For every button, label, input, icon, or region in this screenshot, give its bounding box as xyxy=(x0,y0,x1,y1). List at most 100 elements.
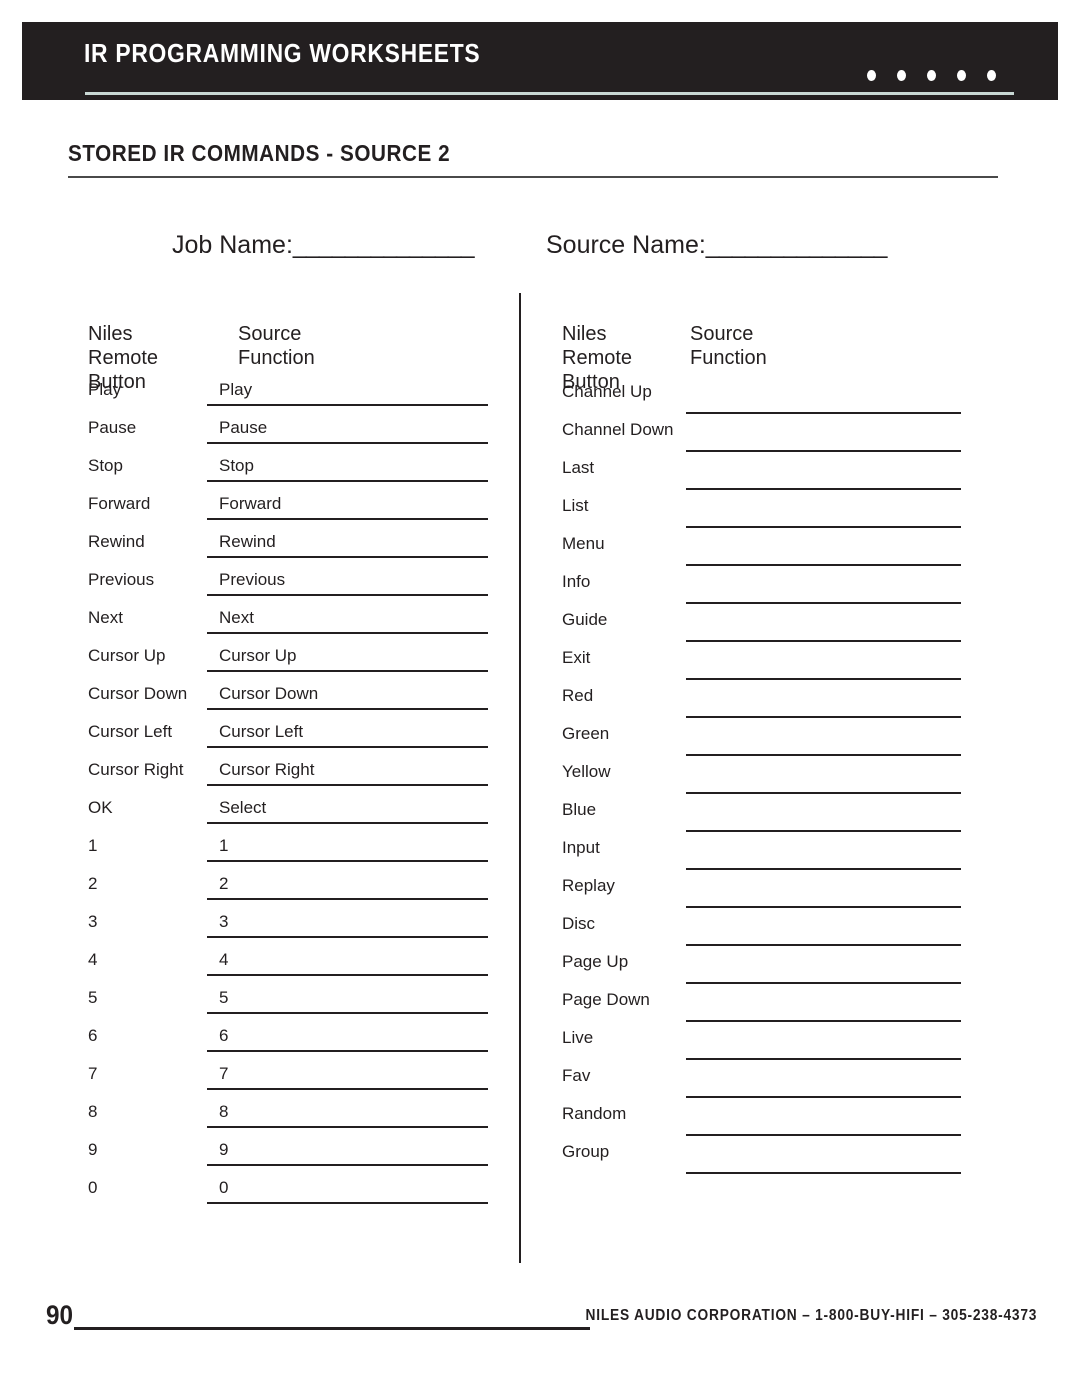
source-function-input[interactable] xyxy=(686,1072,961,1098)
source-function-input[interactable]: Forward xyxy=(207,494,488,520)
remote-button-label: 2 xyxy=(88,874,98,893)
header-dot-icon xyxy=(957,70,966,81)
source-function-value: 9 xyxy=(219,1140,229,1159)
remote-button-label: 4 xyxy=(88,950,98,969)
source-function-input[interactable]: 0 xyxy=(207,1178,488,1204)
source-function-input[interactable]: 9 xyxy=(207,1140,488,1166)
source-function-value: 4 xyxy=(219,950,229,969)
remote-button-label: Live xyxy=(562,1028,594,1047)
source-function-value: Cursor Up xyxy=(219,646,297,665)
job-name-fill-line: ______________ xyxy=(292,231,475,259)
remote-button-label: 8 xyxy=(88,1102,98,1121)
job-name-label: Job Name: xyxy=(172,231,293,259)
source-function-input[interactable]: Stop xyxy=(207,456,488,482)
remote-button-label: Info xyxy=(562,572,591,591)
source-function-input[interactable]: Cursor Up xyxy=(207,646,488,672)
remote-button-label: Menu xyxy=(562,534,605,553)
source-function-input[interactable]: 6 xyxy=(207,1026,488,1052)
source-function-value: Select xyxy=(219,798,267,817)
remote-button-label: Exit xyxy=(562,648,591,667)
source-function-input[interactable] xyxy=(686,692,961,718)
source-function-input[interactable] xyxy=(686,920,961,946)
remote-button-label: 7 xyxy=(88,1064,98,1083)
source-function-input[interactable] xyxy=(686,616,961,642)
source-name-field[interactable]: Source Name:______________ xyxy=(546,231,888,260)
source-function-input[interactable] xyxy=(686,768,961,794)
header-dot-icon xyxy=(867,70,876,81)
source-function-input[interactable]: Cursor Down xyxy=(207,684,488,710)
source-function-value: Stop xyxy=(219,456,254,475)
source-function-input[interactable]: Next xyxy=(207,608,488,634)
remote-button-label: Cursor Right xyxy=(88,760,184,779)
remote-button-label: Forward xyxy=(88,494,151,513)
remote-button-label: Red xyxy=(562,686,594,705)
source-function-input[interactable]: Cursor Right xyxy=(207,760,488,786)
source-function-input[interactable]: Pause xyxy=(207,418,488,444)
source-function-value: Cursor Down xyxy=(219,684,319,703)
source-name-label: Source Name: xyxy=(546,231,706,259)
remote-button-label: 1 xyxy=(88,836,98,855)
footer-company-info: NILES AUDIO CORPORATION – 1-800-BUY-HIFI… xyxy=(585,1307,1037,1324)
source-function-input[interactable]: 3 xyxy=(207,912,488,938)
remote-button-label: Cursor Up xyxy=(88,646,166,665)
remote-button-label: Yellow xyxy=(562,762,611,781)
remote-button-label: Previous xyxy=(88,570,155,589)
source-function-value: 7 xyxy=(219,1064,229,1083)
source-function-value: Pause xyxy=(219,418,268,437)
source-function-value: Next xyxy=(219,608,254,627)
source-function-input[interactable] xyxy=(686,654,961,680)
source-function-input[interactable] xyxy=(686,578,961,604)
source-function-input[interactable]: Cursor Left xyxy=(207,722,488,748)
source-function-input[interactable]: Rewind xyxy=(207,532,488,558)
column-divider xyxy=(519,293,521,1263)
remote-button-label: List xyxy=(562,496,589,515)
source-function-input[interactable] xyxy=(686,958,961,984)
source-function-input[interactable] xyxy=(686,502,961,528)
source-name-fill-line: ______________ xyxy=(705,231,888,259)
job-name-field[interactable]: Job Name:______________ xyxy=(172,231,475,260)
source-function-value: 5 xyxy=(219,988,229,1007)
source-function-input[interactable]: 1 xyxy=(207,836,488,862)
source-function-input[interactable]: 8 xyxy=(207,1102,488,1128)
source-function-input[interactable] xyxy=(686,1148,961,1174)
source-function-input[interactable]: Play xyxy=(207,380,488,406)
source-function-input[interactable] xyxy=(686,996,961,1022)
source-function-value: 1 xyxy=(219,836,229,855)
remote-button-label: Play xyxy=(88,380,122,399)
source-function-input[interactable] xyxy=(686,806,961,832)
source-function-input[interactable]: Select xyxy=(207,798,488,824)
source-function-value: 2 xyxy=(219,874,229,893)
remote-button-label: Green xyxy=(562,724,610,743)
page-header-title: IR PROGRAMMING WORKSHEETS xyxy=(84,38,481,68)
left-header-source-function: Source Function xyxy=(238,323,315,369)
source-function-value: 8 xyxy=(219,1102,229,1121)
remote-button-label: Group xyxy=(562,1142,610,1161)
header-dot-icon xyxy=(927,70,936,81)
footer-page-number: 90 xyxy=(46,1300,74,1330)
remote-button-label: Channel Up xyxy=(562,382,652,401)
source-function-input[interactable]: 4 xyxy=(207,950,488,976)
remote-button-label: 3 xyxy=(88,912,98,931)
source-function-input[interactable] xyxy=(686,882,961,908)
source-function-input[interactable] xyxy=(686,464,961,490)
source-function-input[interactable] xyxy=(686,844,961,870)
section-title-rule xyxy=(68,176,998,178)
remote-button-label: Cursor Left xyxy=(88,722,173,741)
source-function-input[interactable] xyxy=(686,388,961,414)
remote-button-label: 0 xyxy=(88,1178,98,1197)
source-function-input[interactable] xyxy=(686,730,961,756)
source-function-value: Rewind xyxy=(219,532,276,551)
source-function-input[interactable] xyxy=(686,1110,961,1136)
source-function-input[interactable] xyxy=(686,540,961,566)
source-function-input[interactable]: Previous xyxy=(207,570,488,596)
source-function-value: Cursor Left xyxy=(219,722,304,741)
source-function-input[interactable] xyxy=(686,1034,961,1060)
source-function-input[interactable] xyxy=(686,426,961,452)
source-function-value: 0 xyxy=(219,1178,229,1197)
remote-button-label: 9 xyxy=(88,1140,98,1159)
source-function-input[interactable]: 5 xyxy=(207,988,488,1014)
footer-rule xyxy=(74,1327,590,1330)
source-function-input[interactable]: 7 xyxy=(207,1064,488,1090)
source-function-input[interactable]: 2 xyxy=(207,874,488,900)
remote-button-label: Blue xyxy=(562,800,597,819)
